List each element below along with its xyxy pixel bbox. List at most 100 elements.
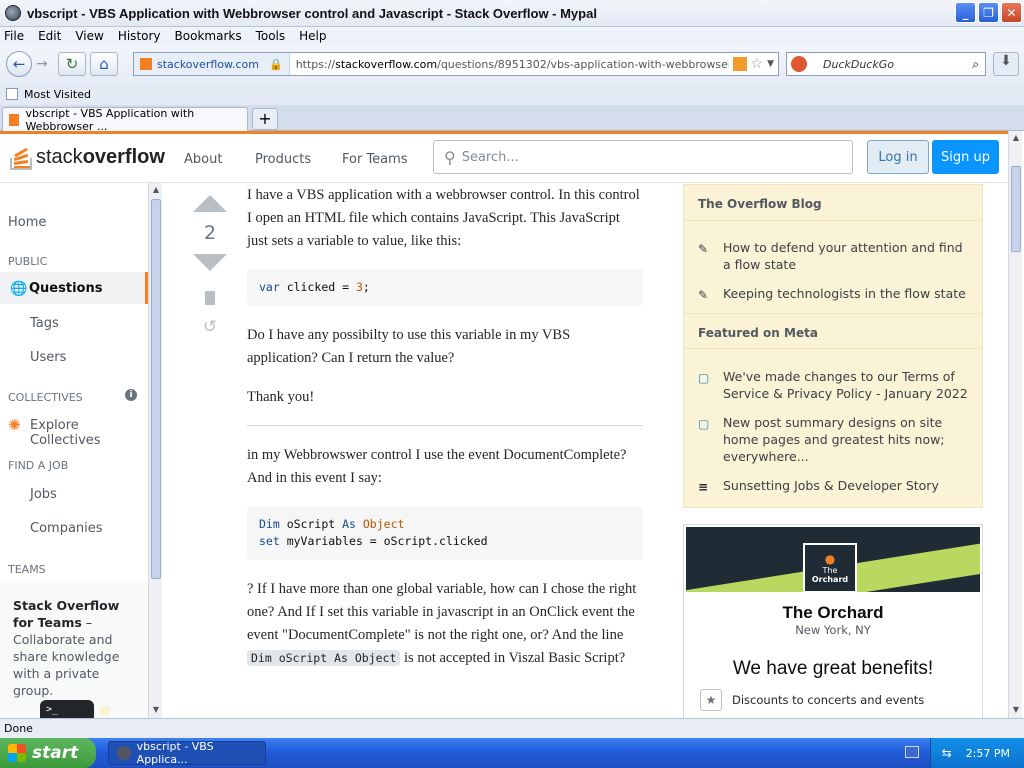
tab-label: vbscript - VBS Application with Webbrows…: [25, 106, 195, 133]
code-block: Dim oScript As Object set myVariables = o…: [247, 506, 643, 560]
navigation-toolbar: ← → ↻ ⌂ stackoverflow.com 🔒 https://stac…: [0, 45, 1024, 83]
scroll-up-icon[interactable]: ▲: [149, 183, 163, 197]
menu-edit[interactable]: Edit: [38, 29, 61, 43]
upvote-icon[interactable]: [193, 195, 227, 212]
company-location: New York, NY: [795, 623, 871, 637]
nav-products[interactable]: Products: [255, 152, 311, 167]
tab-stackoverflow[interactable]: vbscript - VBS Application with Webbrows…: [2, 106, 248, 133]
back-arrow-icon[interactable]: ←: [6, 51, 32, 77]
vote-count: 2: [203, 222, 217, 244]
blog-item[interactable]: ✎ How to defend your attention and find a…: [698, 239, 973, 273]
forward-arrow-icon[interactable]: →: [36, 56, 54, 72]
post-paragraph: Do I have any possibilty to use this var…: [247, 327, 571, 366]
note-icon: [100, 706, 110, 716]
window-title: vbscript - VBS Application with Webbrows…: [27, 5, 597, 21]
app-icon: [5, 5, 21, 21]
company-ad[interactable]: ● The Orchard The Orchard New York, NY We …: [683, 524, 983, 718]
so-logo[interactable]: stack overflow: [8, 142, 165, 172]
search-engine-box[interactable]: DuckDuckGo ⌕: [786, 52, 986, 76]
blog-item[interactable]: ✎ Keeping technologists in the flow state: [698, 285, 973, 302]
dropdown-icon[interactable]: ▼: [767, 59, 774, 69]
scroll-down-icon[interactable]: ▼: [1009, 703, 1023, 717]
post-paragraph: Thank you!: [247, 389, 315, 405]
search-icon: ⚲: [444, 147, 456, 167]
history-icon[interactable]: ↺: [190, 317, 230, 337]
new-tab-button[interactable]: +: [252, 108, 278, 130]
pencil-icon: ✎: [698, 242, 709, 256]
code-block: var clicked = 3;: [247, 269, 643, 306]
app-icon: [117, 746, 131, 760]
bookmark-star-icon[interactable]: ☆: [751, 56, 764, 72]
start-button[interactable]: start: [0, 738, 96, 768]
bookmarks-toolbar: Most Visited: [0, 83, 1024, 105]
favicon-icon: [140, 58, 152, 70]
menu-tools[interactable]: Tools: [256, 29, 286, 43]
company-name[interactable]: The Orchard: [684, 603, 982, 623]
system-tray: ⇆ 2:57 PM: [930, 738, 1024, 768]
scroll-up-icon[interactable]: ▲: [1009, 131, 1023, 145]
tab-bar: vbscript - VBS Application with Webbrows…: [0, 105, 1024, 133]
maximize-button[interactable]: ❐: [978, 2, 999, 23]
meta-item[interactable]: ≡ Sunsetting Jobs & Developer Story: [698, 477, 973, 494]
reload-icon[interactable]: ↻: [58, 52, 86, 76]
home-icon[interactable]: ⌂: [90, 52, 118, 76]
stack-icon: ≡: [698, 480, 709, 494]
duckduckgo-icon[interactable]: [791, 56, 807, 72]
site-identity[interactable]: stackoverflow.com 🔒: [134, 53, 290, 75]
download-icon[interactable]: ⬇: [993, 52, 1019, 76]
meta-item[interactable]: ▢ We've made changes to our Terms of Serv…: [698, 368, 973, 402]
most-visited-link[interactable]: Most Visited: [24, 88, 91, 101]
minimize-button[interactable]: _: [955, 2, 976, 23]
rss-icon[interactable]: [732, 57, 747, 71]
keyboard-icon[interactable]: [905, 746, 919, 758]
post-paragraph: in my Webbrowswer control I use the even…: [247, 447, 627, 486]
nav-for-teams[interactable]: For Teams: [342, 152, 408, 167]
meta-item[interactable]: ▢ New post summary designs on site home p…: [698, 414, 973, 465]
nav-explore-collectives[interactable]: Explore Collectives: [30, 418, 148, 448]
info-icon[interactable]: i: [125, 389, 137, 401]
comment-icon: ▢: [698, 417, 710, 431]
search-placeholder: DuckDuckGo: [823, 57, 894, 71]
network-icon[interactable]: ⇆: [942, 746, 952, 760]
login-button[interactable]: Log in: [867, 140, 929, 174]
nav-home[interactable]: Home: [8, 215, 46, 230]
page-scrollbar[interactable]: ▲ ▼: [1008, 131, 1022, 718]
close-button[interactable]: ✕: [1001, 2, 1022, 23]
pencil-icon: ✎: [698, 288, 709, 302]
so-header: stack overflow About Products For Teams ⚲…: [0, 131, 1008, 183]
tab-favicon-icon: [9, 113, 20, 126]
downvote-icon[interactable]: [193, 254, 227, 271]
nav-jobs[interactable]: Jobs: [30, 487, 57, 502]
so-search-placeholder: Search...: [461, 149, 519, 165]
menu-file[interactable]: File: [4, 29, 24, 43]
nav-questions[interactable]: Questions: [29, 281, 102, 296]
taskbar-window-button[interactable]: vbscript - VBS Applica...: [108, 740, 266, 766]
bookmark-icon[interactable]: [205, 291, 215, 305]
address-bar[interactable]: stackoverflow.com 🔒 https://stackoverflo…: [133, 52, 779, 76]
vote-column: 2 ↺: [190, 189, 230, 337]
globe-icon: 🌐: [10, 281, 28, 297]
menu-view[interactable]: View: [75, 29, 103, 43]
page-scrollbar-thumb[interactable]: [1011, 166, 1021, 252]
scroll-down-icon[interactable]: ▼: [149, 703, 163, 717]
nav-companies[interactable]: Companies: [30, 521, 103, 536]
teams-heading: TEAMS: [8, 563, 46, 576]
nav-users[interactable]: Users: [30, 350, 66, 365]
so-logo-icon: [8, 142, 32, 172]
menu-history[interactable]: History: [118, 29, 161, 43]
scrollbar-thumb[interactable]: [151, 199, 161, 579]
so-search-input[interactable]: ⚲ Search...: [433, 140, 853, 174]
left-sidebar-scrollbar[interactable]: ▲ ▼: [148, 183, 162, 718]
star-icon: ★: [700, 689, 722, 711]
search-icon[interactable]: ⌕: [972, 57, 979, 72]
status-bar: Done: [0, 718, 1024, 738]
signup-button[interactable]: Sign up: [932, 140, 999, 174]
url-text[interactable]: https://stackoverflow.com/questions/8951…: [290, 58, 729, 71]
clock[interactable]: 2:57 PM: [966, 747, 1010, 760]
menu-help[interactable]: Help: [299, 29, 326, 43]
post-paragraph: I have a VBS application with a webbrows…: [247, 187, 640, 249]
windows-taskbar: start vbscript - VBS Applica... ⇆ 2:57 P…: [0, 738, 1024, 768]
nav-about[interactable]: About: [184, 152, 222, 167]
menu-bookmarks[interactable]: Bookmarks: [175, 29, 242, 43]
nav-tags[interactable]: Tags: [30, 316, 59, 331]
